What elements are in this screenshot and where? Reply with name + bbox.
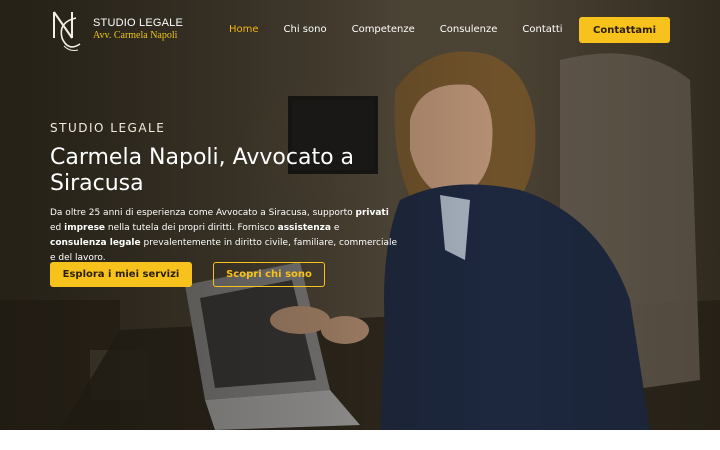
desc-text-1: Da oltre 25 anni di esperienza come Avvo…: [50, 208, 356, 218]
nav-item-chi-sono[interactable]: Chi sono: [284, 24, 327, 35]
explore-services-button[interactable]: Esplora i miei servizi: [50, 262, 192, 287]
hero-title: Carmela Napoli, Avvocato a Siracusa: [50, 145, 355, 196]
desc-bold-imprese: imprese: [64, 223, 106, 233]
nav-item-home[interactable]: Home: [229, 24, 259, 35]
desc-bold-privati: privati: [355, 208, 389, 218]
desc-bold-consulenza: consulenza legale: [50, 238, 141, 248]
nav-item-competenze[interactable]: Competenze: [352, 24, 415, 35]
contact-button[interactable]: Contattami: [579, 17, 670, 43]
desc-bold-assistenza: assistenza: [277, 223, 331, 233]
main-nav: Home Chi sono Competenze Consulenze Cont…: [229, 24, 588, 35]
desc-text-4: e: [330, 223, 340, 233]
desc-text-3: nella tutela dei propri diritti. Fornisc…: [105, 223, 278, 233]
about-me-button[interactable]: Scopri chi sono: [213, 262, 325, 287]
desc-text-2: ed: [50, 223, 65, 233]
nav-item-contatti[interactable]: Contatti: [522, 24, 562, 35]
hero-description: Da oltre 25 anni di esperienza come Avvo…: [50, 206, 398, 266]
brand-subtitle: Avv. Carmela Napoli: [93, 30, 178, 41]
monogram-logo[interactable]: [50, 8, 84, 54]
brand-title: STUDIO LEGALE: [93, 17, 184, 29]
hero-eyebrow: STUDIO LEGALE: [50, 121, 166, 135]
hero-section: STUDIO LEGALE Avv. Carmela Napoli Home C…: [0, 0, 720, 430]
nav-item-consulenze[interactable]: Consulenze: [440, 24, 498, 35]
